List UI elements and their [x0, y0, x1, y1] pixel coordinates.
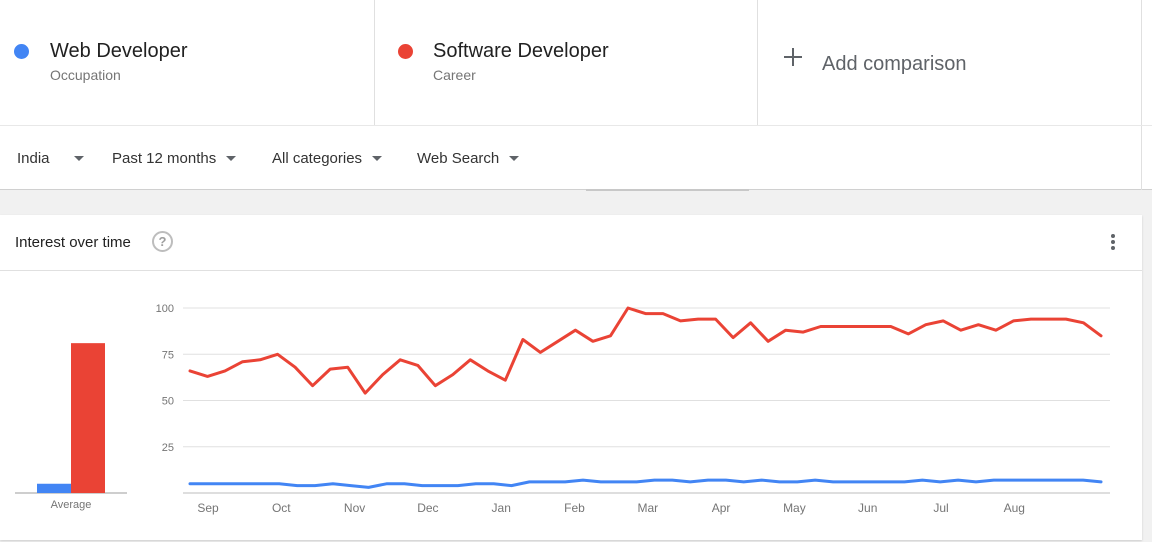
interest-chart: 25 50 75 100 Sep Oct Nov Dec Jan Feb Mar Apr May Jun J… — [15, 303, 1110, 515]
x-tick-label: Feb — [564, 501, 585, 515]
search-term-type: Occupation — [50, 67, 121, 83]
series-color-dot — [14, 44, 29, 59]
dropdown-arrow-icon — [509, 156, 520, 161]
dropdown-arrow-icon — [73, 156, 84, 161]
add-comparison-button[interactable]: Add comparison — [758, 0, 1142, 125]
average-label: Average — [51, 499, 92, 511]
filter-bar: India Past 12 months All categories Web … — [0, 125, 1152, 191]
x-tick-label: Jul — [933, 501, 948, 515]
y-tick-label: 25 — [162, 442, 174, 454]
x-tick-label: Sep — [197, 501, 219, 515]
category-filter-dropdown[interactable]: All categories — [272, 150, 383, 167]
average-bar-web-developer — [37, 483, 71, 493]
dropdown-arrow-icon — [226, 156, 237, 161]
category-filter-label: All categories — [272, 150, 363, 167]
average-bar-software-developer — [71, 343, 105, 493]
header-edge — [1142, 0, 1152, 125]
x-tick-label: Aug — [1004, 501, 1025, 515]
search-term-name: Software Developer — [433, 40, 609, 62]
dropdown-arrow-icon — [372, 156, 383, 161]
y-tick-label: 75 — [162, 349, 174, 361]
region-filter-label: India — [17, 150, 50, 167]
interest-over-time-card: Interest over time ? 25 50 75 100 Sep Oct Nov D… — [0, 215, 1142, 540]
time-range-filter-dropdown[interactable]: Past 12 months — [112, 150, 237, 167]
search-term-name: Web Developer — [50, 40, 188, 62]
x-tick-label: Mar — [637, 501, 658, 515]
search-type-filter-dropdown[interactable]: Web Search — [417, 150, 520, 167]
y-tick-label: 100 — [156, 303, 174, 315]
region-filter-dropdown[interactable]: India — [17, 150, 84, 167]
comparison-bar: Web Developer Occupation Software Develo… — [0, 0, 1152, 125]
x-tick-label: Dec — [417, 501, 438, 515]
add-comparison-label: Add comparison — [822, 53, 967, 75]
x-tick-label: Jun — [858, 501, 877, 515]
x-tick-label: May — [783, 501, 806, 515]
search-term-type: Career — [433, 67, 476, 83]
y-tick-label: 50 — [162, 396, 174, 408]
series-line-software-developer — [188, 306, 1103, 395]
search-type-filter-label: Web Search — [417, 150, 500, 167]
divider — [586, 189, 749, 191]
x-tick-label: Nov — [344, 501, 365, 515]
divider — [1141, 126, 1142, 190]
search-term-software-developer[interactable]: Software Developer Career — [375, 0, 758, 125]
time-range-filter-label: Past 12 months — [112, 150, 217, 167]
series-line-web-developer — [188, 478, 1103, 489]
search-term-web-developer[interactable]: Web Developer Occupation — [0, 0, 375, 125]
x-tick-label: Oct — [272, 501, 291, 515]
plus-icon — [784, 48, 802, 66]
series-color-dot — [398, 44, 413, 59]
x-tick-label: Jan — [492, 501, 511, 515]
x-tick-label: Apr — [712, 501, 731, 515]
